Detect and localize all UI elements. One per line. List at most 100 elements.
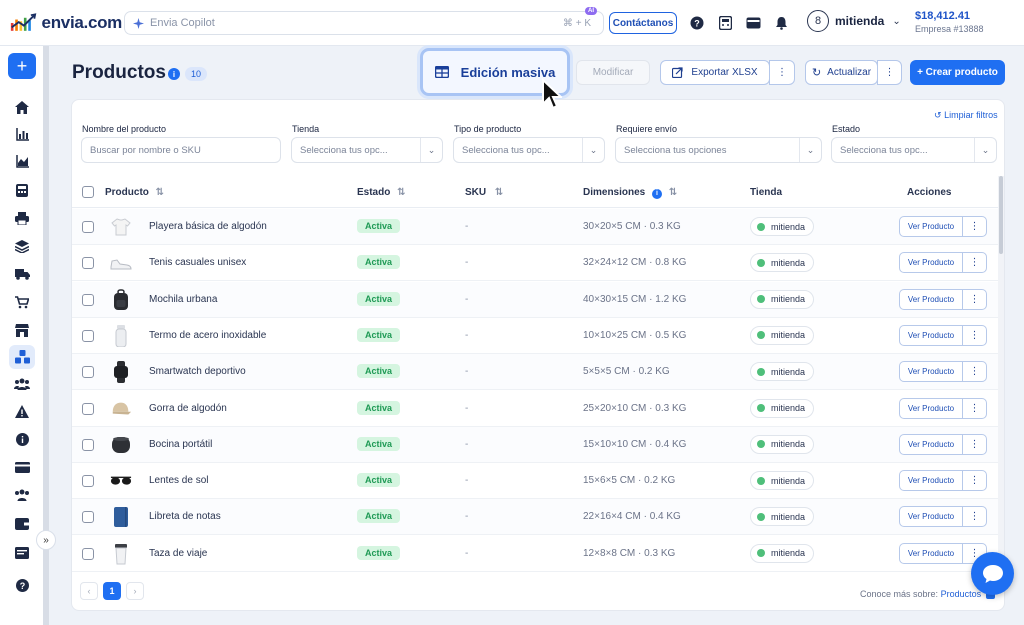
- refresh-more-button[interactable]: ⋮: [877, 60, 902, 85]
- table-row[interactable]: Libreta de notas Activa - 22×16×4 CM · 0…: [72, 499, 998, 536]
- product-name[interactable]: Smartwatch deportivo: [149, 366, 246, 377]
- modify-button[interactable]: Modificar: [576, 60, 650, 85]
- product-name[interactable]: Playera básica de algodón: [149, 221, 267, 232]
- product-name[interactable]: Tenis casuales unisex: [149, 257, 246, 268]
- store-icon[interactable]: [13, 321, 31, 339]
- table-row[interactable]: Termo de acero inoxidable Activa - 10×10…: [72, 318, 998, 354]
- row-more-button[interactable]: ⋮: [962, 433, 987, 455]
- prev-page-button[interactable]: ‹: [80, 582, 98, 600]
- team-icon[interactable]: [13, 486, 31, 504]
- view-product-button[interactable]: Ver Producto: [899, 252, 963, 274]
- product-name[interactable]: Mochila urbana: [149, 294, 217, 305]
- row-more-button[interactable]: ⋮: [962, 252, 987, 274]
- refresh-button[interactable]: ↻ Actualizar: [805, 60, 878, 85]
- table-row[interactable]: Bocina portátil Activa - 15×10×10 CM · 0…: [72, 426, 998, 463]
- product-name[interactable]: Bocina portátil: [149, 439, 212, 450]
- table-row[interactable]: Gorra de algodón Activa - 25×20×10 CM · …: [72, 391, 998, 427]
- credit-card-icon[interactable]: [13, 458, 31, 476]
- info-icon[interactable]: i: [168, 68, 180, 80]
- row-checkbox[interactable]: [82, 293, 94, 306]
- printer-icon[interactable]: [13, 209, 31, 227]
- row-checkbox[interactable]: [82, 547, 94, 560]
- row-checkbox[interactable]: [82, 402, 94, 415]
- store-select[interactable]: Selecciona tus opc... ⌄: [291, 137, 443, 163]
- export-more-button[interactable]: ⋮: [769, 60, 795, 85]
- column-product[interactable]: Producto ⇅: [105, 187, 164, 198]
- help-icon[interactable]: ?: [689, 15, 705, 31]
- truck-icon[interactable]: [13, 265, 31, 283]
- status-select[interactable]: Selecciona tus opc... ⌄: [831, 137, 997, 163]
- product-name[interactable]: Libreta de notas: [149, 511, 221, 522]
- select-all-checkbox[interactable]: [82, 186, 94, 198]
- column-status[interactable]: Estado ⇅: [357, 187, 406, 198]
- product-type-select[interactable]: Selecciona tus opc... ⌄: [453, 137, 605, 163]
- row-checkbox[interactable]: [82, 221, 94, 233]
- help-sidebar-icon[interactable]: ?: [13, 576, 31, 594]
- view-product-button[interactable]: Ver Producto: [899, 433, 963, 455]
- logo[interactable]: envia.com: [0, 0, 122, 46]
- product-search-input[interactable]: Buscar por nombre o SKU: [81, 137, 281, 163]
- bell-icon[interactable]: [773, 15, 789, 31]
- user-menu[interactable]: 8 mitienda ⌄: [807, 10, 901, 32]
- row-more-button[interactable]: ⋮: [962, 324, 987, 346]
- column-sku[interactable]: SKU ⇅: [465, 187, 503, 198]
- clear-filters-link[interactable]: ↺ Limpiar filtros: [934, 110, 998, 121]
- table-row[interactable]: Lentes de sol Activa - 15×6×5 CM · 0.2 K…: [72, 463, 998, 500]
- cart-icon[interactable]: [13, 293, 31, 311]
- table-scrollbar[interactable]: [998, 176, 1004, 566]
- page-button-current[interactable]: 1: [103, 582, 121, 600]
- calculator-sidebar-icon[interactable]: [13, 181, 31, 199]
- products-icon[interactable]: [9, 345, 35, 369]
- copilot-search-input[interactable]: Envia Copilot ⌘ + K AI: [124, 7, 604, 35]
- table-row[interactable]: Playera básica de algodón Activa - 30×20…: [72, 209, 998, 245]
- row-more-button[interactable]: ⋮: [962, 397, 987, 419]
- row-checkbox[interactable]: [82, 511, 94, 524]
- layers-icon[interactable]: [13, 237, 31, 255]
- row-more-button[interactable]: ⋮: [962, 361, 987, 383]
- table-row[interactable]: Tenis casuales unisex Activa - 32×24×12 …: [72, 245, 998, 282]
- expand-sidebar-button[interactable]: »: [36, 530, 56, 550]
- warning-icon[interactable]: [13, 402, 31, 420]
- analytics-icon[interactable]: [13, 125, 31, 143]
- row-more-button[interactable]: ⋮: [962, 216, 987, 237]
- wallet-sidebar-icon[interactable]: [13, 515, 31, 533]
- view-product-button[interactable]: Ver Producto: [899, 470, 963, 492]
- product-name[interactable]: Gorra de algodón: [149, 403, 227, 414]
- balance-display[interactable]: $18,412.41 Empresa #13888: [915, 10, 984, 34]
- view-product-button[interactable]: Ver Producto: [899, 506, 963, 528]
- info-icon[interactable]: [13, 430, 31, 448]
- learn-more-link[interactable]: Productos: [941, 589, 982, 599]
- row-more-button[interactable]: ⋮: [962, 288, 987, 310]
- row-more-button[interactable]: ⋮: [962, 506, 987, 528]
- row-checkbox[interactable]: [82, 366, 94, 379]
- contact-button[interactable]: Contáctanos: [609, 12, 677, 34]
- view-product-button[interactable]: Ver Producto: [899, 288, 963, 310]
- product-name[interactable]: Termo de acero inoxidable: [149, 330, 266, 341]
- shipping-select[interactable]: Selecciona tus opciones ⌄: [615, 137, 822, 163]
- wallet-icon[interactable]: [745, 15, 761, 31]
- chat-button[interactable]: [971, 552, 1014, 595]
- users-icon[interactable]: [13, 375, 31, 393]
- row-checkbox[interactable]: [82, 257, 94, 270]
- view-product-button[interactable]: Ver Producto: [899, 216, 963, 237]
- table-row[interactable]: Smartwatch deportivo Activa - 5×5×5 CM ·…: [72, 354, 998, 391]
- area-chart-icon[interactable]: [13, 152, 31, 170]
- billing-icon[interactable]: [13, 544, 31, 562]
- product-name[interactable]: Lentes de sol: [149, 475, 209, 486]
- view-product-button[interactable]: Ver Producto: [899, 397, 963, 419]
- row-checkbox[interactable]: [82, 475, 94, 488]
- column-dimensions[interactable]: Dimensiones i ⇅: [583, 187, 677, 199]
- quick-create-button[interactable]: +: [8, 53, 36, 79]
- export-xlsx-button[interactable]: Exportar XLSX: [660, 60, 770, 85]
- view-product-button[interactable]: Ver Producto: [899, 361, 963, 383]
- row-more-button[interactable]: ⋮: [962, 470, 987, 492]
- view-product-button[interactable]: Ver Producto: [899, 324, 963, 346]
- table-row[interactable]: Mochila urbana Activa - 40×30×15 CM · 1.…: [72, 281, 998, 318]
- row-checkbox[interactable]: [82, 329, 94, 342]
- calculator-icon[interactable]: [717, 15, 733, 31]
- create-product-button[interactable]: + Crear producto: [910, 60, 1005, 85]
- home-icon[interactable]: [13, 98, 31, 116]
- product-name[interactable]: Taza de viaje: [149, 548, 207, 559]
- row-checkbox[interactable]: [82, 438, 94, 451]
- table-row[interactable]: Taza de viaje Activa - 12×8×8 CM · 0.3 K…: [72, 536, 998, 572]
